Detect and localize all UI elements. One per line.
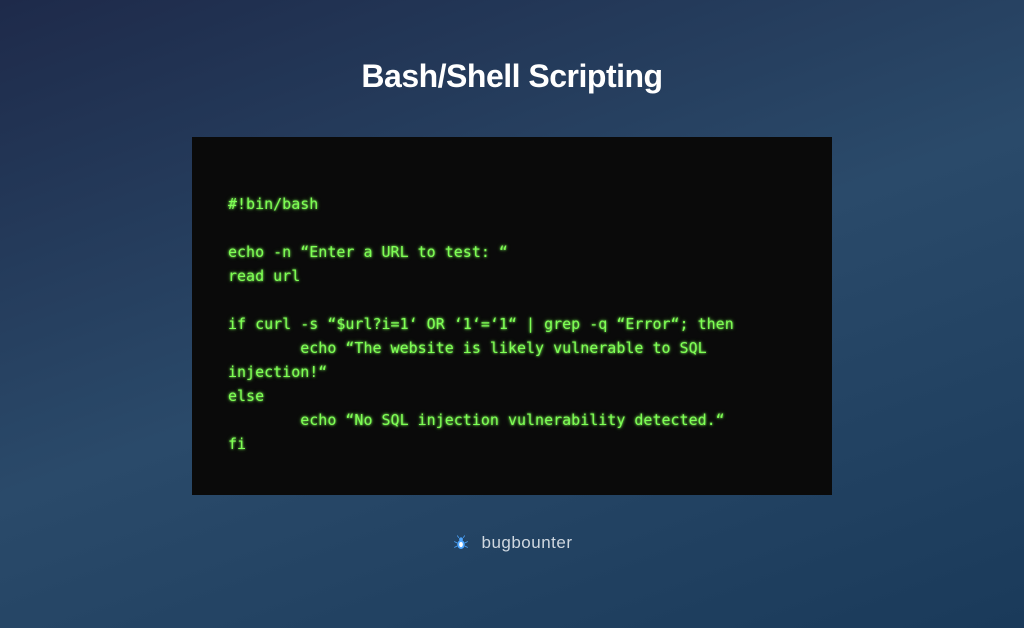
code-terminal: #!bin/bash echo -n “Enter a URL to test:… (192, 137, 832, 495)
bug-icon (451, 533, 471, 553)
brand-name: bugbounter (481, 533, 572, 553)
code-block: #!bin/bash echo -n “Enter a URL to test:… (228, 195, 734, 453)
brand-logo: bugbounter (451, 533, 572, 553)
code-content: #!bin/bash echo -n “Enter a URL to test:… (228, 193, 796, 458)
page-title: Bash/Shell Scripting (361, 58, 662, 95)
